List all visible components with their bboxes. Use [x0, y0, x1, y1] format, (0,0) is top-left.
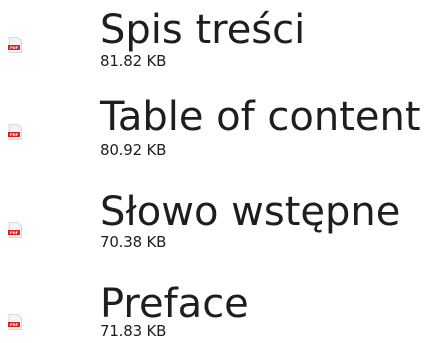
file-item-table-of-content[interactable]: PDF Table of content 80.92 KB [0, 87, 435, 167]
svg-text:PDF: PDF [10, 46, 19, 50]
file-title[interactable]: Spis treści [100, 10, 305, 50]
file-list: PDF Spis treści 81.82 KB PDF Table of co… [0, 0, 435, 343]
file-title[interactable]: Table of content [100, 97, 421, 137]
file-size: 70.38 KB [100, 233, 167, 251]
file-size: 81.82 KB [100, 52, 167, 70]
file-item-slowo-wstepne[interactable]: PDF Słowo wstępne 70.38 KB [0, 174, 435, 254]
file-item-preface[interactable]: PDF Preface 71.83 KB [0, 262, 435, 342]
file-item-spis-tresci[interactable]: PDF Spis treści 81.82 KB [0, 0, 435, 80]
pdf-icon: PDF [8, 314, 22, 330]
pdf-icon: PDF [8, 124, 22, 140]
file-size: 71.83 KB [100, 322, 167, 340]
svg-text:PDF: PDF [10, 133, 19, 137]
file-title[interactable]: Preface [100, 284, 249, 324]
pdf-icon: PDF [8, 37, 22, 53]
file-size: 80.92 KB [100, 141, 167, 159]
pdf-icon: PDF [8, 222, 22, 238]
svg-text:PDF: PDF [10, 323, 19, 327]
svg-text:PDF: PDF [10, 231, 19, 235]
file-title[interactable]: Słowo wstępne [100, 192, 400, 232]
